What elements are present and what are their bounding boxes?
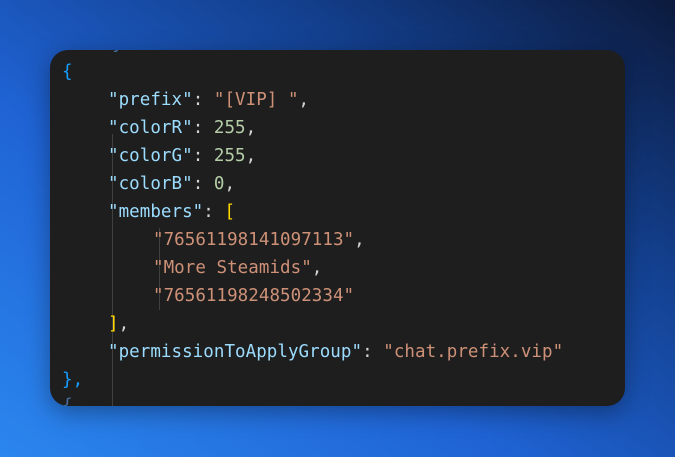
code-line-prefix: "prefix": "[VIP] ", — [108, 86, 309, 114]
code-line-member-3: "76561198248502334" — [153, 282, 354, 310]
colorG-key: "colorG" — [108, 146, 193, 166]
permission-value: "chat.prefix.vip" — [383, 342, 564, 362]
colon: : — [192, 174, 214, 194]
permission-key: "permissionToApplyGroup" — [108, 342, 363, 362]
comma: , — [354, 230, 365, 250]
colon: : — [192, 146, 214, 166]
colon: : — [192, 118, 214, 138]
code-line-cut-top: } — [112, 50, 123, 58]
code-block: } { "prefix": "[VIP] ", "colorR": 255, "… — [50, 50, 625, 406]
code-line-close: }, — [62, 366, 83, 394]
colorB-key: "colorB" — [108, 174, 193, 194]
close-brace: }, — [62, 370, 84, 390]
code-line-member-1: "76561198141097113", — [153, 226, 365, 254]
comma: , — [224, 174, 236, 194]
colorG-value: 255 — [213, 146, 246, 166]
colon: : — [192, 90, 214, 110]
members-key: "members" — [108, 202, 204, 222]
member-id: "76561198248502334" — [153, 286, 355, 306]
comma: , — [298, 90, 310, 110]
members-close-bracket: ] — [108, 314, 119, 334]
colorR-value: 255 — [213, 118, 246, 138]
code-line-member-2: "More Steamids", — [153, 254, 322, 282]
colorR-key: "colorR" — [108, 118, 193, 138]
code-line-members-close: ], — [108, 310, 129, 338]
comma: , — [245, 146, 257, 166]
code-line-open: { — [62, 58, 73, 86]
code-snippet-card: } { "prefix": "[VIP] ", "colorR": 255, "… — [50, 50, 625, 406]
prefix-value: "[VIP] " — [213, 90, 299, 110]
comma: , — [118, 314, 130, 334]
members-open-bracket: [ — [224, 202, 236, 222]
code-line-cut-bottom: { — [62, 396, 73, 406]
colon: : — [203, 202, 225, 222]
colorB-value: 0 — [213, 174, 225, 194]
code-line-colorR: "colorR": 255, — [108, 114, 256, 142]
code-line-colorB: "colorB": 0, — [108, 170, 235, 198]
code-line-permission: "permissionToApplyGroup": "chat.prefix.v… — [108, 338, 563, 366]
member-id: "76561198141097113" — [153, 230, 355, 250]
member-id: "More Steamids" — [153, 258, 312, 278]
comma: , — [311, 258, 323, 278]
prefix-key: "prefix" — [108, 90, 193, 110]
code-line-colorG: "colorG": 255, — [108, 142, 256, 170]
comma: , — [245, 118, 257, 138]
open-brace: { — [62, 62, 73, 82]
code-line-members: "members": [ — [108, 198, 235, 226]
colon: : — [362, 342, 384, 362]
